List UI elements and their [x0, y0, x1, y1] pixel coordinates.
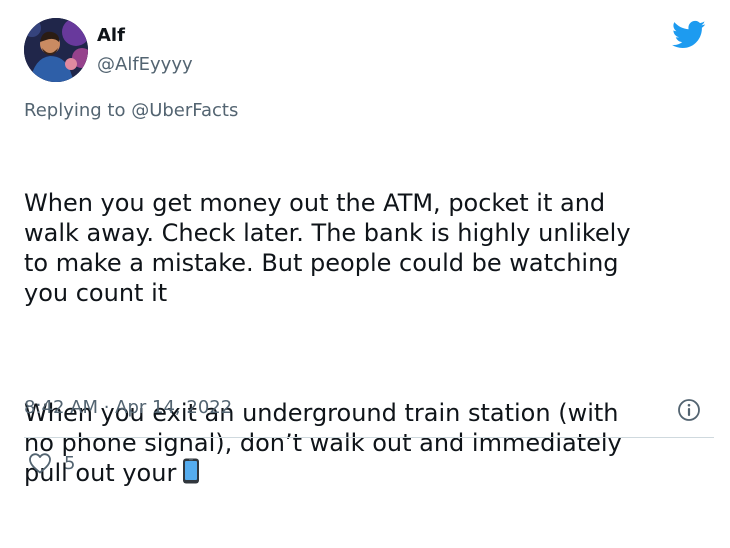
author-name[interactable]: Alf — [97, 26, 125, 46]
reply-prefix: Replying to — [24, 100, 132, 121]
reply-context: Replying to @UberFacts — [24, 100, 238, 122]
divider — [24, 437, 714, 438]
tweet-card: Alf @AlfEyyyy Replying to @UberFacts Whe… — [0, 0, 730, 491]
twitter-bird-icon — [672, 20, 706, 49]
tweet-paragraph-1: When you get money out the ATM, pocket i… — [24, 189, 631, 307]
avatar[interactable] — [24, 18, 88, 82]
like-count: 5 — [64, 453, 76, 474]
heart-icon[interactable] — [28, 452, 52, 474]
info-icon[interactable] — [677, 398, 701, 422]
mobile-phone-icon — [183, 458, 200, 484]
reply-to-mention[interactable]: @UberFacts — [131, 100, 238, 121]
tweet-text: When you get money out the ATM, pocket i… — [24, 128, 714, 548]
author-handle[interactable]: @AlfEyyyy — [97, 55, 193, 75]
tweet-timestamp[interactable]: 8:42 AM · Apr 14, 2022 — [24, 397, 232, 419]
